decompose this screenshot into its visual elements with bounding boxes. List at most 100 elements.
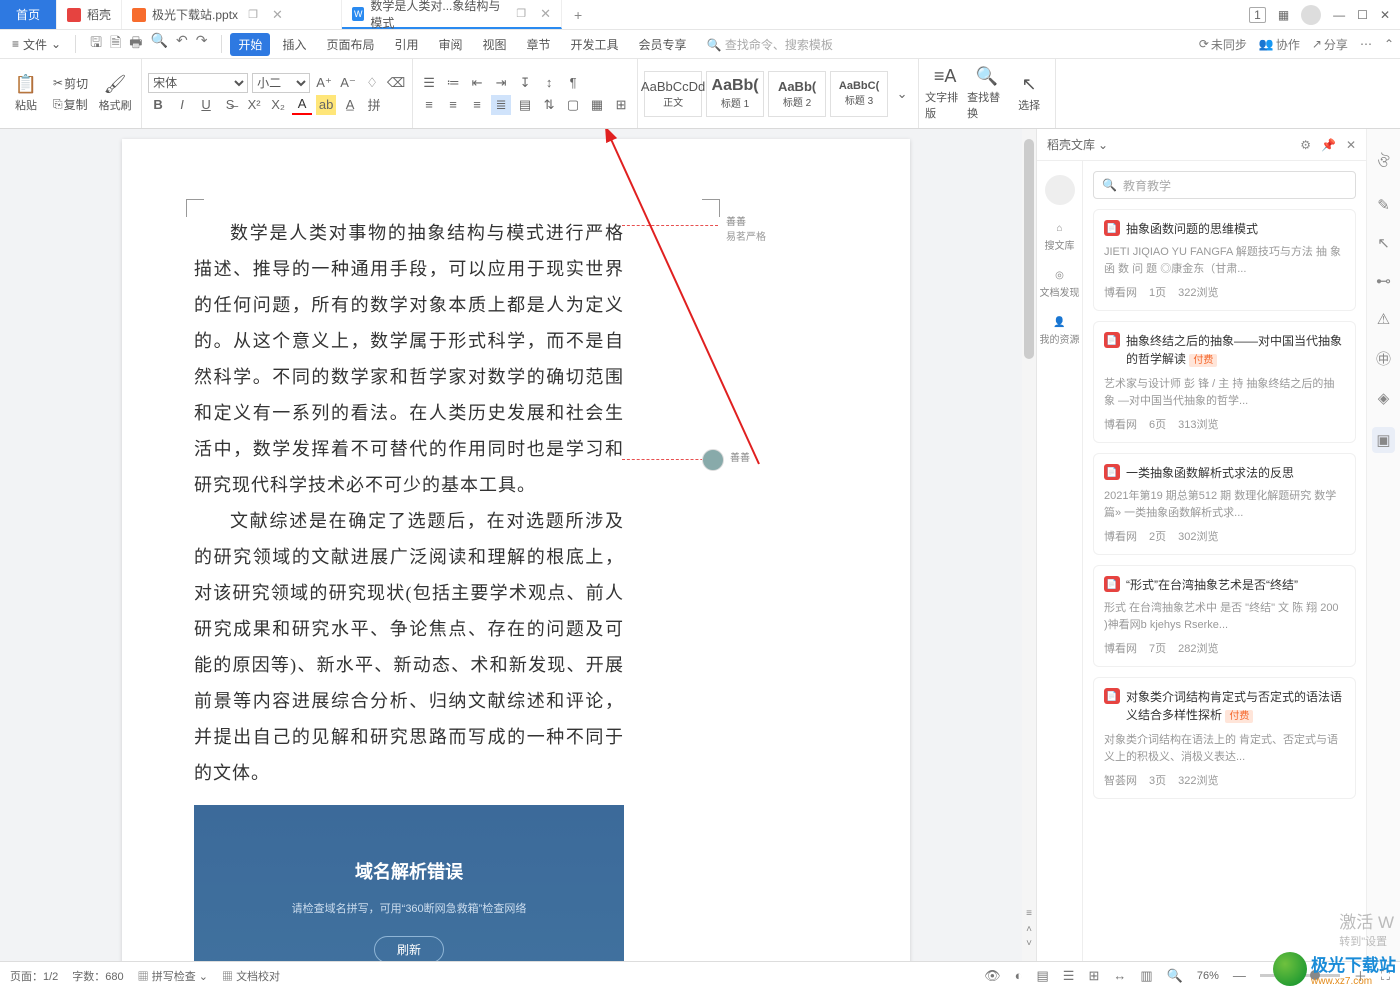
italic-icon[interactable]: I — [172, 95, 192, 115]
result-card[interactable]: 📄对象类介词结构肯定式与否定式的语法语义结合多样性探析 付费 对象类介词结构在语… — [1093, 677, 1356, 799]
command-search[interactable]: 🔍 查找命令、搜索模板 — [699, 36, 841, 53]
tab-doc-active[interactable]: W 数学是人类对...象结构与模式 ❐ ✕ — [342, 0, 562, 29]
underline-icon[interactable]: U — [196, 95, 216, 115]
align-right-icon[interactable]: ≡ — [467, 95, 487, 115]
rail-explore-icon[interactable]: ◈ — [1378, 389, 1390, 407]
fit-icon[interactable]: ↔ — [1113, 968, 1126, 983]
unsynced-link[interactable]: ⟳未同步 — [1199, 36, 1247, 53]
sidepanel-search[interactable]: 🔍 教育教学 — [1093, 171, 1356, 199]
user-avatar[interactable] — [1045, 175, 1075, 205]
menu-devtools[interactable]: 开发工具 — [563, 33, 627, 56]
tab-daoke[interactable]: 稻壳 — [57, 0, 122, 29]
find-replace-button[interactable]: 🔍查找替换 — [967, 59, 1007, 128]
close-panel-icon[interactable]: ✕ — [1346, 138, 1356, 152]
spell-check[interactable]: ▦ 拼写检查 ⌄ — [138, 968, 208, 984]
scroll-thumb[interactable] — [1024, 139, 1034, 359]
maximize-icon[interactable]: ☐ — [1357, 8, 1368, 22]
style-h3[interactable]: AaBbC(标题 3 — [830, 71, 888, 117]
revision-note[interactable]: 善善 易茗严格 — [726, 213, 766, 243]
view-mode-icon[interactable]: ▥ — [1140, 968, 1152, 984]
minimize-icon[interactable]: ― — [1333, 8, 1345, 22]
zoom-level[interactable]: 76% — [1197, 970, 1219, 982]
border-icon[interactable]: ▦ — [587, 95, 607, 115]
bullets-icon[interactable]: ☰ — [419, 73, 439, 93]
file-menu[interactable]: ≡ 文件 ⌄ — [6, 36, 67, 53]
zoom-slider-minus[interactable]: ― — [1233, 968, 1246, 983]
result-card[interactable]: 📄抽象终结之后的抽象——对中国当代抽象的哲学解读 付费 艺术家与设计师 彭 锋 … — [1093, 321, 1356, 443]
subscript-icon[interactable]: X₂ — [268, 95, 288, 115]
numbering-icon[interactable]: ≔ — [443, 73, 463, 93]
align-justify-icon[interactable]: ≣ — [491, 95, 511, 115]
menu-start[interactable]: 开始 — [230, 33, 270, 56]
menu-member[interactable]: 会员专享 — [631, 33, 695, 56]
tab-pptx[interactable]: 极光下载站.pptx ❐ ✕ — [122, 0, 342, 29]
result-card[interactable]: 📄一类抽象函数解析式求法的反思 2021年第19 期总第512 期 数理化解题研… — [1093, 453, 1356, 555]
sidepanel-title[interactable]: 稻壳文库 — [1047, 136, 1095, 153]
align-center-icon[interactable]: ≡ — [443, 95, 463, 115]
print-icon[interactable]: 🖶 — [129, 32, 142, 56]
menu-review[interactable]: 审阅 — [430, 33, 470, 56]
paragraph-2[interactable]: 文献综述是在确定了选题后，在对选题所涉及的研究领域的文献进展广泛阅读和理解的根底… — [194, 503, 624, 791]
menu-page-layout[interactable]: 页面布局 — [318, 33, 382, 56]
scroll-up-icon[interactable]: ˄ — [1022, 924, 1036, 935]
linespacing-icon[interactable]: ↕ — [539, 73, 559, 93]
document-area[interactable]: 数学是人类对事物的抽象结构与模式进行严格描述、推导的一种通用手段，可以应用于现实… — [0, 129, 1036, 961]
char-border-icon[interactable]: A̲ — [340, 95, 360, 115]
word-count[interactable]: 字数：680 — [72, 968, 123, 984]
coop-link[interactable]: 👥协作 — [1259, 36, 1300, 53]
cut-button[interactable]: ✂ 剪切 — [50, 74, 91, 93]
styles-more-icon[interactable]: ⌄ — [892, 84, 912, 104]
web-layout-icon[interactable]: ⊞ — [1088, 968, 1099, 984]
paste-button[interactable]: 📋粘贴 — [6, 74, 46, 113]
decrease-font-icon[interactable]: A⁻ — [338, 73, 358, 93]
nav-my-resources[interactable]: 👤我的资源 — [1040, 317, 1080, 346]
collapse-ribbon-icon[interactable]: ⌃ — [1384, 36, 1394, 53]
font-name-select[interactable]: 宋体 — [148, 73, 248, 93]
rail-warning-icon[interactable]: ⚠ — [1377, 310, 1390, 328]
revision-note[interactable]: 善善 — [730, 449, 750, 464]
highlight-icon[interactable]: ab — [316, 95, 336, 115]
rail-translate-icon[interactable]: ㊥ — [1376, 348, 1391, 369]
result-card[interactable]: 📄“形式”在台湾抽象艺术是否“终结” 形式 在台湾抽象艺术中 是否 "终结" 文… — [1093, 565, 1356, 667]
nav-search-library[interactable]: ⌂搜文库 — [1045, 223, 1075, 252]
distribute-icon[interactable]: ▤ — [515, 95, 535, 115]
format-painter-button[interactable]: 🖌格式刷 — [95, 74, 135, 113]
window-split-icon[interactable]: ❐ — [516, 7, 526, 20]
embedded-image[interactable]: 域名解析错误 请检查域名拼写，可用“360断网急救箱”检查网络 刷新 — [194, 805, 624, 961]
tab-new[interactable]: + — [562, 0, 594, 29]
save-icon[interactable]: 🖫 — [90, 32, 102, 56]
style-h1[interactable]: AaBb(标题 1 — [706, 71, 764, 117]
menu-insert[interactable]: 插入 — [274, 33, 314, 56]
scroll-top-icon[interactable]: ≡ — [1022, 908, 1036, 919]
menu-view[interactable]: 视图 — [475, 33, 515, 56]
window-split-icon[interactable]: ❐ — [248, 8, 258, 21]
print-preview-icon[interactable]: 🔍 — [151, 32, 168, 56]
shading-icon[interactable]: ▢ — [563, 95, 583, 115]
redo-icon[interactable]: ↷ — [196, 32, 208, 56]
spacing-icon[interactable]: ⇅ — [539, 95, 559, 115]
close-icon[interactable]: ✕ — [540, 6, 551, 22]
font-color-icon[interactable]: A — [292, 95, 312, 115]
superscript-icon[interactable]: X² — [244, 95, 264, 115]
zoom-out-icon[interactable]: 🔍 — [1167, 968, 1183, 984]
strike-icon[interactable]: S̶ — [220, 95, 240, 115]
outdent-icon[interactable]: ⇤ — [467, 73, 487, 93]
copy-button[interactable]: ⎘ 复制 — [50, 95, 91, 114]
menu-references[interactable]: 引用 — [386, 33, 426, 56]
result-list[interactable]: 📄抽象函数问题的思维模式 JIETI JIQIAO YU FANGFA 解题技巧… — [1083, 209, 1366, 961]
align-left-icon[interactable]: ≡ — [419, 95, 439, 115]
text-layout-button[interactable]: ≡A文字排版 — [925, 59, 965, 128]
clear-format-icon[interactable]: ♢ — [362, 73, 382, 93]
close-icon[interactable]: ✕ — [272, 7, 283, 23]
outline-view-icon[interactable]: ☰ — [1063, 968, 1075, 984]
rail-settings-icon[interactable]: ⊷ — [1376, 272, 1391, 290]
undo-icon[interactable]: ↶ — [176, 32, 188, 56]
notification-badge[interactable]: 1 — [1249, 7, 1266, 23]
save-as-icon[interactable]: 🗎 — [110, 32, 121, 56]
font-size-select[interactable]: 小二 — [252, 73, 310, 93]
paragraph-1[interactable]: 数学是人类对事物的抽象结构与模式进行严格描述、推导的一种通用手段，可以应用于现实… — [194, 215, 624, 503]
settings-icon[interactable]: ⚙ — [1300, 138, 1311, 152]
pinyin-icon[interactable]: 拼 — [364, 95, 384, 115]
tabs-icon[interactable]: ⊞ — [611, 95, 631, 115]
vertical-scrollbar[interactable]: ≡ ˄ ˅ — [1022, 129, 1036, 961]
